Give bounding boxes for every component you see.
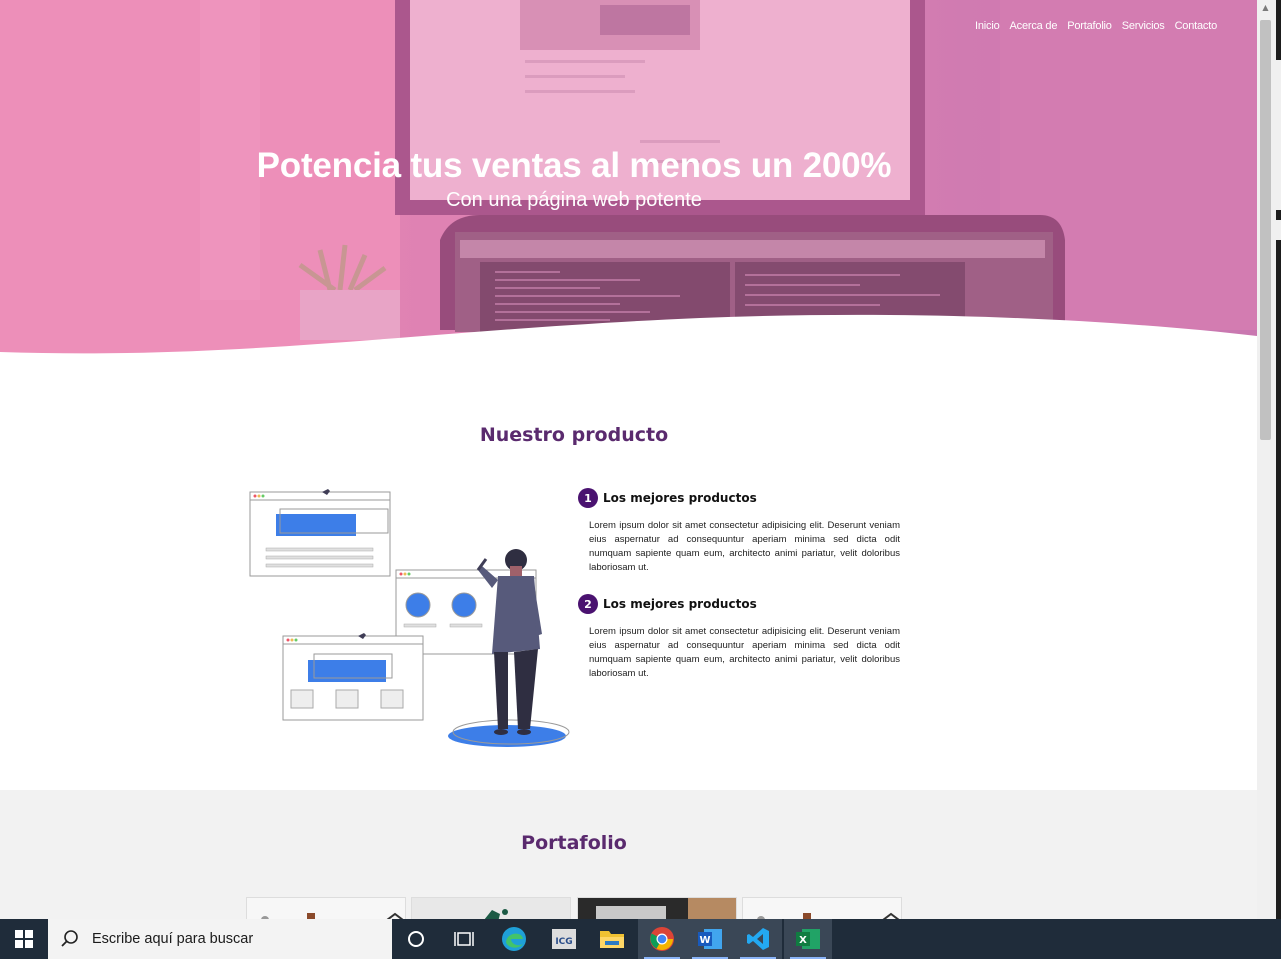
- vscode-icon[interactable]: [734, 919, 782, 959]
- svg-text:X: X: [799, 935, 807, 946]
- portfolio-section-title: Portafolio: [521, 832, 627, 854]
- main-nav: Inicio Acerca de Portafolio Servicios Co…: [975, 20, 1217, 32]
- windows-logo-icon: [15, 930, 33, 948]
- feature-header: 1 Los mejores productos: [578, 488, 900, 508]
- feature-title: Los mejores productos: [603, 597, 757, 611]
- file-explorer-icon[interactable]: [588, 919, 636, 959]
- feature-title: Los mejores productos: [603, 491, 757, 505]
- portfolio-thumbnail[interactable]: [577, 897, 737, 919]
- nav-link-portafolio[interactable]: Portafolio: [1067, 20, 1112, 32]
- portfolio-section: Portafolio: [0, 790, 1257, 919]
- window-edge: [1276, 0, 1281, 60]
- hero-title: Potencia tus ventas al menos un 200%: [256, 146, 892, 185]
- start-button[interactable]: [0, 919, 48, 959]
- search-placeholder: Escribe aquí para buscar: [92, 931, 254, 947]
- svg-text:W: W: [699, 935, 710, 946]
- feature-number-badge: 2: [578, 594, 598, 614]
- svg-text:ICG: ICG: [555, 937, 572, 947]
- portfolio-image: [757, 912, 900, 919]
- search-icon: [61, 930, 78, 947]
- product-section-title: Nuestro producto: [479, 424, 669, 446]
- portfolio-image: [261, 912, 404, 919]
- portfolio-image: [578, 898, 736, 919]
- taskbar-search-box[interactable]: Escribe aquí para buscar: [48, 919, 392, 959]
- feature-number-badge: 1: [578, 488, 598, 508]
- portfolio-thumbnail[interactable]: [246, 897, 406, 919]
- feature-description: Lorem ipsum dolor sit amet consectetur a…: [589, 520, 900, 573]
- feature-item: 1 Los mejores productos Lorem ipsum dolo…: [578, 488, 900, 575]
- nav-link-servicios[interactable]: Servicios: [1122, 20, 1165, 32]
- scrollbar-thumb[interactable]: [1260, 20, 1271, 440]
- word-icon[interactable]: W: [686, 919, 734, 959]
- cortana-icon[interactable]: [392, 919, 440, 959]
- window-edge: [1276, 240, 1281, 920]
- browser-viewport: Inicio Acerca de Portafolio Servicios Co…: [0, 0, 1257, 919]
- scroll-up-arrow-icon[interactable]: ▲: [1260, 2, 1271, 14]
- portfolio-image: [484, 909, 508, 919]
- nav-link-contacto[interactable]: Contacto: [1175, 20, 1218, 32]
- portfolio-thumbnail[interactable]: [742, 897, 902, 919]
- hero-banner: Inicio Acerca de Portafolio Servicios Co…: [0, 0, 1257, 360]
- feature-description: Lorem ipsum dolor sit amet consectetur a…: [589, 626, 900, 679]
- feature-header: 2 Los mejores productos: [578, 594, 900, 614]
- nav-link-acerca-de[interactable]: Acerca de: [1010, 20, 1058, 32]
- product-illustration: [249, 489, 570, 747]
- excel-icon[interactable]: X: [784, 919, 832, 959]
- windows-taskbar: Escribe aquí para buscar ICG W X: [0, 919, 1281, 959]
- icg-app-icon[interactable]: ICG: [540, 919, 588, 959]
- hero-subtitle: Con una página web potente: [446, 189, 702, 211]
- chrome-icon[interactable]: [638, 919, 686, 959]
- edge-icon[interactable]: [490, 919, 538, 959]
- task-view-icon[interactable]: [440, 919, 488, 959]
- feature-item: 2 Los mejores productos Lorem ipsum dolo…: [578, 594, 900, 681]
- window-edge: [1276, 210, 1281, 220]
- nav-link-inicio[interactable]: Inicio: [975, 20, 1000, 32]
- portfolio-thumbnail[interactable]: [411, 897, 571, 919]
